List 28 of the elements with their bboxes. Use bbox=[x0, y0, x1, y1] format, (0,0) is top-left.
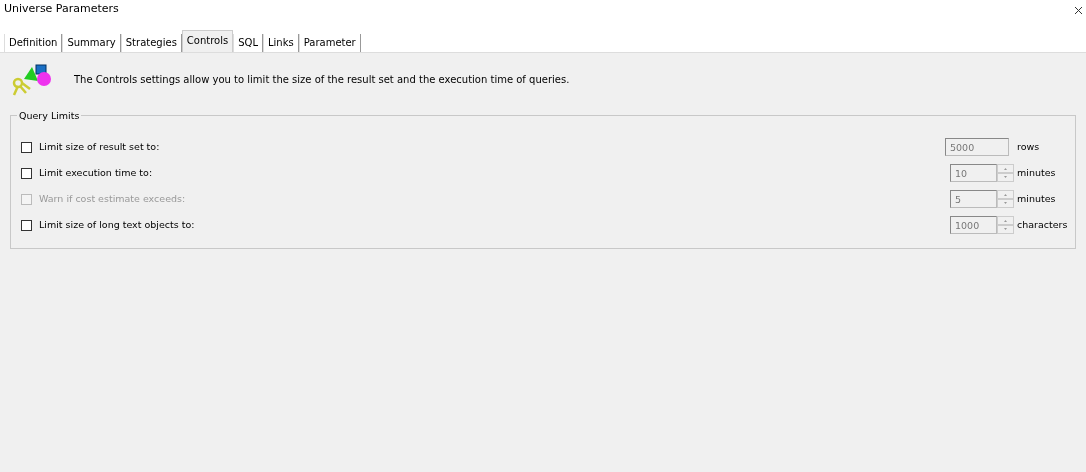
tab[interactable]: SQL bbox=[233, 34, 263, 52]
checkbox[interactable] bbox=[21, 141, 32, 153]
spin-up-button[interactable] bbox=[997, 190, 1014, 199]
limit-label: Limit execution time to: bbox=[39, 166, 153, 178]
spin-down-button[interactable] bbox=[997, 199, 1014, 208]
tab[interactable]: Strategies bbox=[120, 34, 182, 52]
description-text: The Controls settings allow you to limit the size of the result set and the execution time of queries. bbox=[74, 72, 570, 87]
tab[interactable]: Definition bbox=[4, 34, 63, 52]
spin-up-button[interactable] bbox=[997, 216, 1014, 225]
tab[interactable]: Links bbox=[263, 34, 299, 52]
spin-up-button[interactable] bbox=[997, 164, 1014, 173]
group-title: Query Limits bbox=[17, 109, 82, 124]
spin-down-button[interactable] bbox=[997, 173, 1014, 182]
tab[interactable]: Parameter bbox=[298, 34, 361, 52]
unit-label: minutes bbox=[1017, 166, 1056, 178]
tab[interactable]: Controls bbox=[181, 30, 234, 52]
unit-label: minutes bbox=[1017, 192, 1056, 204]
unit-label: characters bbox=[1017, 218, 1068, 230]
checkbox[interactable] bbox=[21, 219, 32, 231]
limit-label: Limit size of result set to: bbox=[39, 140, 160, 152]
close-icon[interactable] bbox=[1075, 7, 1082, 14]
spin-down-button[interactable] bbox=[997, 225, 1014, 234]
limit-label: Warn if cost estimate exceeds: bbox=[39, 192, 186, 204]
window-title: Universe Parameters bbox=[4, 3, 119, 14]
limit-label: Limit size of long text objects to: bbox=[39, 218, 195, 230]
checkbox[interactable] bbox=[21, 167, 32, 179]
tab[interactable]: Summary bbox=[62, 34, 121, 52]
unit-label: rows bbox=[1017, 140, 1040, 152]
